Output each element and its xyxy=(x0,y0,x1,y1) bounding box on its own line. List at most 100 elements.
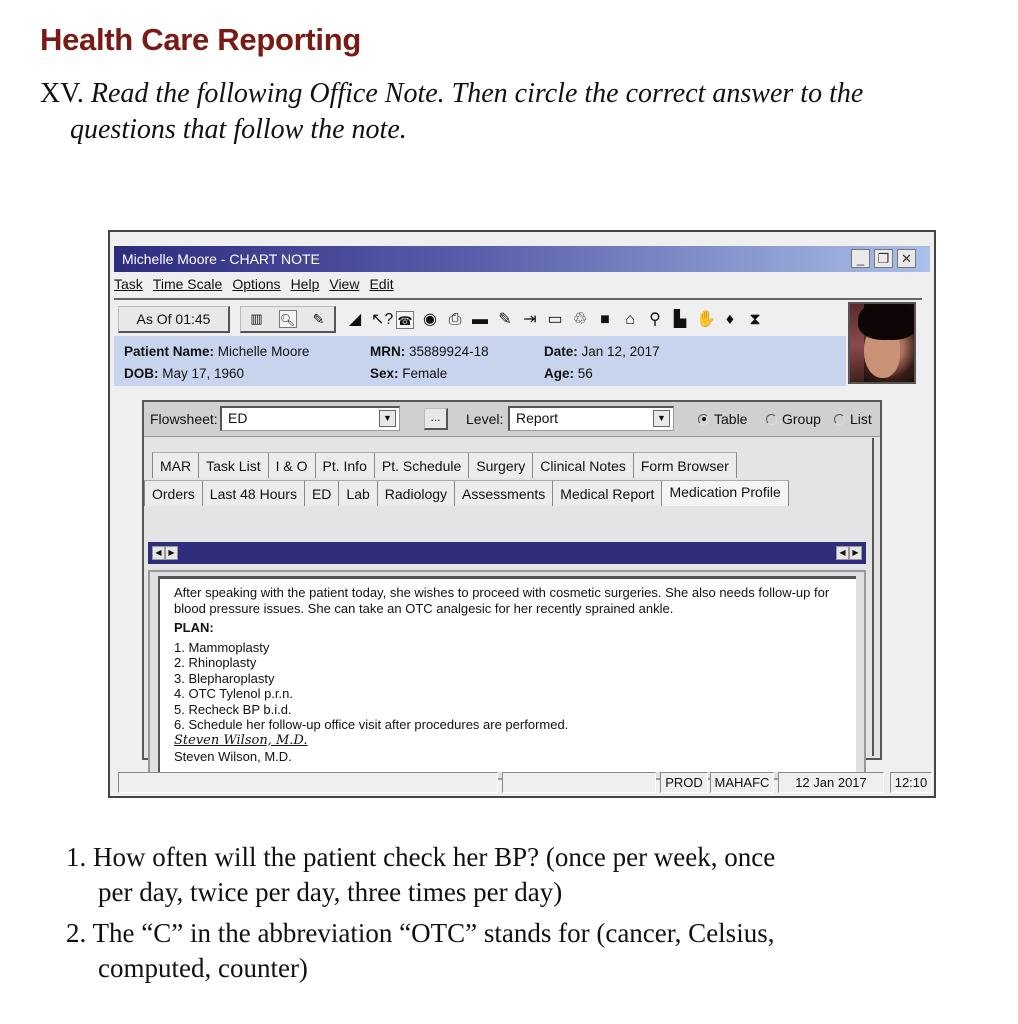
printer-icon[interactable]: ⎙ xyxy=(446,311,464,329)
dob-value: May 17, 1960 xyxy=(162,366,245,381)
scroll-left-icon[interactable]: ◀ xyxy=(836,546,849,560)
bar-chart-icon[interactable]: ▥ xyxy=(248,310,266,328)
questions: 1. How often will the patient check her … xyxy=(66,840,966,992)
dob-field: DOB: May 17, 1960 xyxy=(124,366,245,381)
tab-form-browser[interactable]: Form Browser xyxy=(632,452,737,478)
chevron-down-icon[interactable]: ▼ xyxy=(653,410,670,427)
tab-last-48-hours[interactable]: Last 48 Hours xyxy=(201,480,304,506)
radio-selected-icon[interactable] xyxy=(698,413,709,425)
tab-surgery[interactable]: Surgery xyxy=(468,452,533,478)
notepad-pencil-icon[interactable]: ✎ xyxy=(496,311,514,329)
toolbar-icons: ◢ ↖? ☎ ◉ ⎙ ▬ ✎ ⇥ ▭ ♲ ■ ⌂ ⚲ ▙ ✋ ♦ ⧗ xyxy=(346,306,764,333)
tab-medical-report[interactable]: Medical Report xyxy=(552,480,662,506)
chevron-down-icon[interactable]: ▼ xyxy=(379,410,396,427)
flowsheet-value: ED xyxy=(228,410,248,426)
help-pointer-icon[interactable]: ↖? xyxy=(371,311,393,329)
tab-i-o[interactable]: I & O xyxy=(267,452,315,478)
instructions: XV. Read the following Office Note. Then… xyxy=(40,76,940,148)
window-title: Michelle Moore - CHART NOTE xyxy=(122,251,320,267)
menu-options[interactable]: Options xyxy=(232,276,280,292)
menu-help[interactable]: Help xyxy=(291,276,320,292)
tab-clinical-notes[interactable]: Clinical Notes xyxy=(532,452,633,478)
plan-item: 6. Schedule her follow-up office visit a… xyxy=(174,717,569,732)
menu-edit[interactable]: Edit xyxy=(369,276,393,292)
close-button[interactable]: ✕ xyxy=(897,249,916,268)
plan-item: 1. Mammoplasty xyxy=(174,639,270,655)
menu-view[interactable]: View xyxy=(329,276,359,292)
plan-item: 4. OTC Tylenol p.r.n. xyxy=(174,686,293,701)
flowsheet-dropdown[interactable]: ED ▼ xyxy=(220,406,400,431)
title-bar[interactable]: Michelle Moore - CHART NOTE _ ❐ ✕ xyxy=(114,246,930,272)
tab-task-list[interactable]: Task List xyxy=(198,452,268,478)
toolbar-group: ▥ 🔍︎ ✎ xyxy=(240,306,336,333)
menu-time-scale[interactable]: Time Scale xyxy=(153,276,223,292)
patient-name: Michelle Moore xyxy=(217,344,310,359)
home-icon[interactable]: ⌂ xyxy=(621,311,639,329)
ellipsis-button[interactable]: ... xyxy=(424,408,448,430)
window-controls: _ ❐ ✕ xyxy=(851,249,916,268)
menu-task[interactable]: Task xyxy=(114,276,143,292)
note-frame: After speaking with the patient today, s… xyxy=(148,570,866,780)
tab-orders[interactable]: Orders xyxy=(144,480,202,506)
card-icon[interactable]: ▬ xyxy=(471,311,489,329)
exit-door-icon[interactable]: ⇥ xyxy=(521,311,539,329)
signature: Steven Wilson, M.D. xyxy=(174,732,308,748)
person-search-icon[interactable]: ⚲ xyxy=(646,311,664,329)
window-icon[interactable]: ▭ xyxy=(546,311,564,329)
scroll-right-icon[interactable]: ▶ xyxy=(849,546,862,560)
hourglass-icon[interactable]: ⧗ xyxy=(746,311,764,329)
radio-table[interactable]: Table xyxy=(698,411,747,427)
status-bar: PROD MAHAFC 12 Jan 2017 12:10 xyxy=(114,772,932,794)
restore-button[interactable]: ❐ xyxy=(874,249,893,268)
sex-field: Sex: Female xyxy=(370,366,448,381)
office-note: After speaking with the patient today, s… xyxy=(158,576,856,772)
mrn-field: MRN: 35889924-18 xyxy=(370,344,489,359)
as-of-button[interactable]: As Of 01:45 xyxy=(118,306,230,333)
age-value: 56 xyxy=(577,366,593,381)
tab-medication-profile[interactable]: Medication Profile xyxy=(661,480,789,506)
tab-mar[interactable]: MAR xyxy=(152,452,199,478)
tab-ed[interactable]: ED xyxy=(303,480,339,506)
menu-divider xyxy=(114,298,922,300)
notepad-icon[interactable]: ✎ xyxy=(310,310,328,328)
page-heading: Health Care Reporting xyxy=(40,22,361,57)
patient-info-banner: Patient Name: Michelle Moore DOB: May 17… xyxy=(114,336,846,386)
level-dropdown[interactable]: Report ▼ xyxy=(508,406,674,431)
tab-pt-schedule[interactable]: Pt. Schedule xyxy=(373,452,469,478)
signer-name: Steven Wilson, M.D. xyxy=(174,748,292,764)
radio-unselected-icon[interactable] xyxy=(834,413,845,425)
note-paragraph: After speaking with the patient today, s… xyxy=(174,585,830,616)
tab-assessments[interactable]: Assessments xyxy=(454,480,553,506)
radio-group[interactable]: Group xyxy=(766,411,821,427)
toolbar: As Of 01:45 ▥ 🔍︎ ✎ ◢ ↖? ☎ ◉ ⎙ ▬ ✎ ⇥ ▭ ♲ ■ ⌂ ⚲ ▙ ✋ ♦ ⧗ xyxy=(114,302,844,336)
age-field: Age: 56 xyxy=(544,366,593,381)
tab-radiology[interactable]: Radiology xyxy=(376,480,455,506)
flowsheet-panel: Flowsheet: ED ▼ ... Level: Report ▼ Tabl… xyxy=(142,400,882,780)
refresh-head-icon[interactable]: ◉ xyxy=(421,311,439,329)
hand-icon[interactable]: ✋ xyxy=(696,311,716,329)
radio-list[interactable]: List xyxy=(834,411,872,427)
plan-item: 2. Rhinoplasty xyxy=(174,655,257,670)
black-square-icon[interactable]: ■ xyxy=(596,311,614,329)
minimize-button[interactable]: _ xyxy=(851,249,870,268)
recycle-icon[interactable]: ♲ xyxy=(571,311,589,329)
question-2: 2. The “C” in the abbreviation “OTC” sta… xyxy=(66,918,775,983)
tab-lab[interactable]: Lab xyxy=(338,480,377,506)
patient-name-field: Patient Name: Michelle Moore xyxy=(124,344,310,359)
magnify-document-icon[interactable]: 🔍︎ xyxy=(278,310,297,328)
tab-pt-info[interactable]: Pt. Info xyxy=(314,452,374,478)
radio-unselected-icon[interactable] xyxy=(766,413,777,425)
pour-icon[interactable]: ♦ xyxy=(721,311,739,329)
plan-item: 3. Blepharoplasty xyxy=(174,670,275,686)
scroll-left-icon[interactable]: ◀ xyxy=(152,546,165,560)
scroll-right-icon[interactable]: ▶ xyxy=(165,546,178,560)
plan-label: PLAN: xyxy=(174,620,214,635)
tab-scroll-bar: ◀ ▶ ◀ ▶ xyxy=(148,542,866,564)
phone-document-icon[interactable]: ☎ xyxy=(396,310,414,329)
instruction-line-2: questions that follow the note. xyxy=(70,114,407,145)
instruction-line-1: Read the following Office Note. Then cir… xyxy=(90,78,864,109)
plan-item: 5. Recheck BP b.i.d. xyxy=(174,701,292,717)
book-icon[interactable]: ▙ xyxy=(671,311,689,329)
eraser-icon[interactable]: ◢ xyxy=(346,311,364,329)
status-time: 12:10 xyxy=(890,772,932,793)
